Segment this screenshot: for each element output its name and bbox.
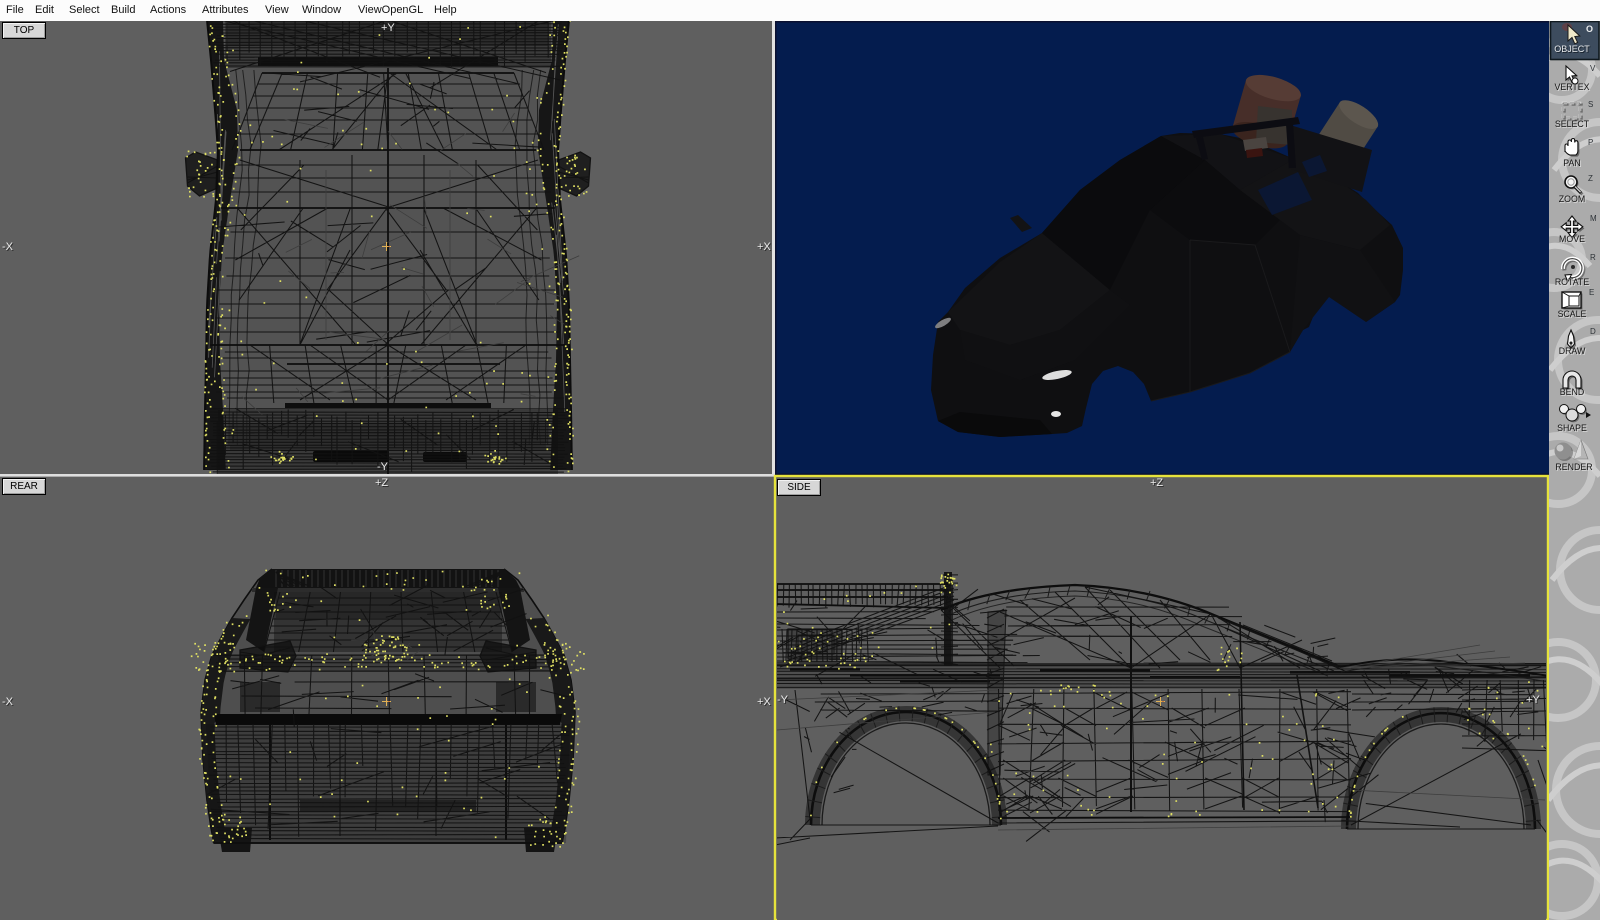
svg-text:SELECT: SELECT <box>1555 119 1590 129</box>
svg-text:M: M <box>1590 214 1597 223</box>
svg-text:R: R <box>1590 253 1596 262</box>
svg-text:DRAW: DRAW <box>1559 346 1586 356</box>
svg-text:O: O <box>1586 24 1593 34</box>
svg-text:BEND: BEND <box>1560 387 1584 397</box>
svg-text:SHAPE: SHAPE <box>1557 423 1587 433</box>
svg-text:OBJECT: OBJECT <box>1554 44 1590 54</box>
svg-text:RENDER: RENDER <box>1555 462 1592 472</box>
svg-text:VERTEX: VERTEX <box>1554 82 1589 92</box>
svg-text:E: E <box>1589 288 1594 297</box>
svg-text:Z: Z <box>1588 174 1593 183</box>
svg-text:P: P <box>1588 138 1593 147</box>
svg-text:S: S <box>1588 100 1593 109</box>
svg-text:MOVE: MOVE <box>1559 234 1585 244</box>
svg-text:PAN: PAN <box>1563 158 1580 168</box>
svg-text:D: D <box>1590 327 1596 336</box>
svg-text:ROTATE: ROTATE <box>1555 277 1590 287</box>
svg-text:ZOOM: ZOOM <box>1559 194 1585 204</box>
svg-text:SCALE: SCALE <box>1558 309 1587 319</box>
svg-text:V: V <box>1590 64 1596 73</box>
